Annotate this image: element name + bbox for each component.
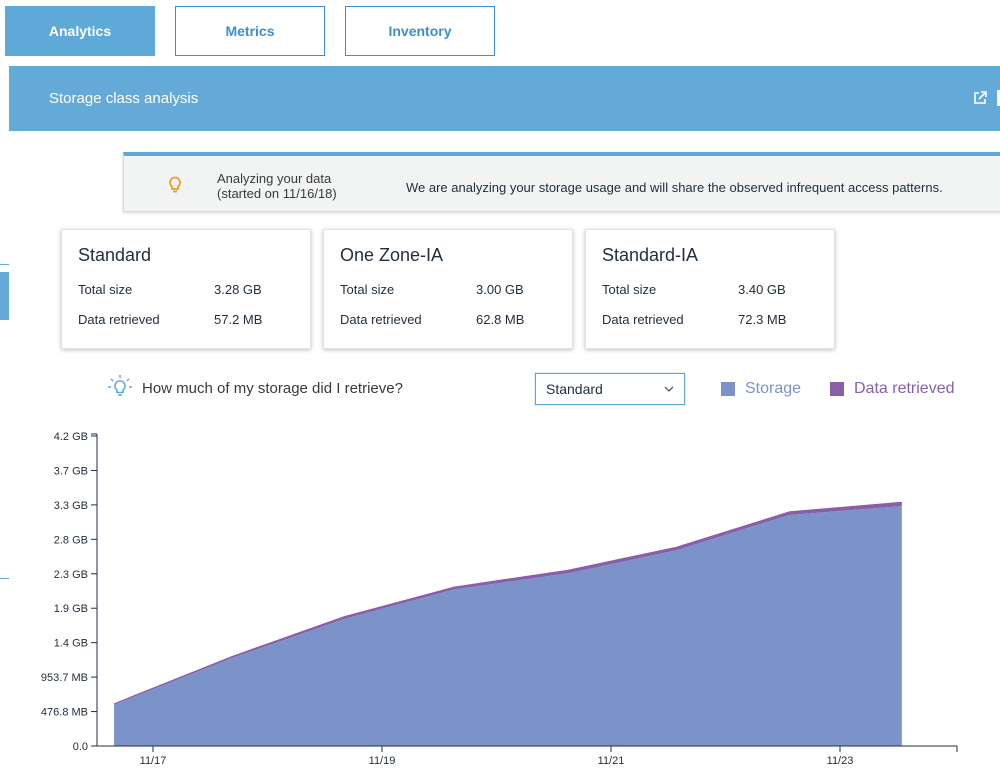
section-header: Storage class analysis: [9, 66, 1000, 131]
card-value: 3.40 GB: [738, 282, 786, 297]
lightbulb-icon: [169, 176, 181, 193]
card-label: Total size: [340, 282, 395, 297]
tab-analytics[interactable]: Analytics: [5, 6, 155, 56]
legend-item-data-retrieved[interactable]: Data retrieved: [830, 380, 955, 398]
card-value: 57.2 MB: [214, 312, 263, 327]
select-value: Standard: [546, 381, 603, 397]
notice-title-line2: (started on 11/16/18): [217, 186, 337, 201]
storage-area: [114, 506, 902, 746]
storage-class-select[interactable]: Standard: [535, 373, 685, 405]
chevron-down-icon: [664, 386, 674, 392]
analysis-notice: Analyzing your data (started on 11/16/18…: [123, 152, 1000, 212]
x-tick-label: 11/17: [140, 755, 167, 767]
tab-metrics[interactable]: Metrics: [175, 6, 325, 56]
x-tick-label: 11/21: [598, 755, 625, 767]
y-tick-label: 3.3 GB: [54, 500, 88, 512]
card-label: Total size: [78, 282, 133, 297]
retrieval-question: How much of my storage did I retrieve?: [142, 380, 403, 397]
card-title: Standard-IA: [602, 245, 699, 265]
storage-class-card-one-zone-ia: One Zone-IA Total size 3.00 GB Data retr…: [323, 229, 573, 349]
card-value: 72.3 MB: [738, 312, 787, 327]
y-tick-label: 0.0: [73, 741, 88, 753]
card-value: 3.28 GB: [214, 282, 262, 297]
notice-title-line1: Analyzing your data: [217, 171, 332, 186]
card-value: 3.00 GB: [476, 282, 524, 297]
y-tick-label: 953.7 MB: [41, 672, 88, 684]
storage-class-card-standard: Standard Total size 3.28 GB Data retriev…: [61, 229, 311, 349]
lightbulb-outline-icon: [108, 375, 132, 396]
section-title: Storage class analysis: [49, 90, 199, 107]
y-tick-label: 2.8 GB: [54, 534, 88, 546]
tab-inventory[interactable]: Inventory: [345, 6, 495, 56]
y-tick-label: 3.7 GB: [54, 465, 88, 477]
y-tick-label: 4.2 GB: [54, 431, 88, 443]
legend-swatch: [830, 382, 844, 396]
card-title: One Zone-IA: [340, 245, 444, 265]
card-label: Data retrieved: [340, 312, 422, 327]
card-value: 62.8 MB: [476, 312, 525, 327]
legend-label: Storage: [745, 380, 802, 397]
x-tick-label: 11/19: [369, 755, 396, 767]
y-tick-label: 2.3 GB: [54, 569, 88, 581]
legend-label: Data retrieved: [854, 380, 955, 397]
y-tick-label: 1.4 GB: [54, 638, 88, 650]
storage-class-card-standard-ia: Standard-IA Total size 3.40 GB Data retr…: [585, 229, 835, 349]
card-title: Standard: [78, 245, 152, 265]
card-label: Total size: [602, 282, 657, 297]
left-panel-divider: [0, 264, 9, 265]
storage-retrieval-area-chart: 0.0 476.8 MB 953.7 MB 1.4 GB 1.9 GB 2.3 GB 2.8…: [41, 431, 958, 767]
y-tick-label: 1.9 GB: [54, 603, 88, 615]
legend-item-storage[interactable]: Storage: [721, 380, 801, 398]
card-label: Data retrieved: [78, 312, 160, 327]
notice-title: Analyzing your data (started on 11/16/18…: [217, 171, 337, 201]
y-tick-label: 476.8 MB: [41, 707, 88, 719]
legend-swatch: [721, 382, 735, 396]
card-label: Data retrieved: [602, 312, 684, 327]
left-panel-active-marker: [0, 272, 9, 320]
notice-message: We are analyzing your storage usage and …: [406, 180, 943, 195]
x-tick-label: 11/23: [827, 755, 854, 767]
external-link-icon[interactable]: [972, 90, 988, 106]
